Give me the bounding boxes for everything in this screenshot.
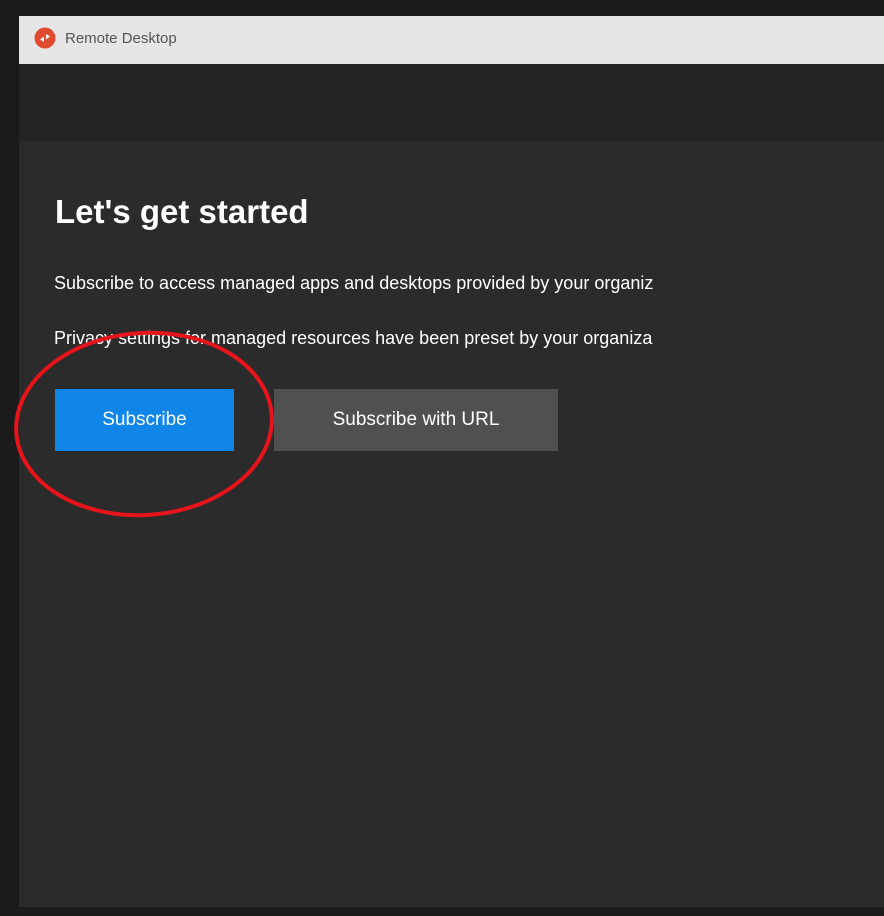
title-bar[interactable]: Remote Desktop [19, 16, 884, 64]
privacy-description: Privacy settings for managed resources h… [54, 328, 653, 348]
subscribe-with-url-button[interactable]: Subscribe with URL [274, 389, 558, 451]
remote-desktop-window: Remote Desktop Let's get started Subscri… [19, 16, 884, 907]
remote-desktop-icon [34, 27, 56, 49]
subscribe-button[interactable]: Subscribe [55, 389, 234, 451]
window-title: Remote Desktop [65, 30, 177, 47]
page-title: Let's get started [55, 193, 309, 230]
toolbar [19, 64, 884, 141]
subscribe-description: Subscribe to access managed apps and des… [54, 273, 654, 293]
main-content: Let's get started Subscribe to access ma… [19, 141, 884, 907]
